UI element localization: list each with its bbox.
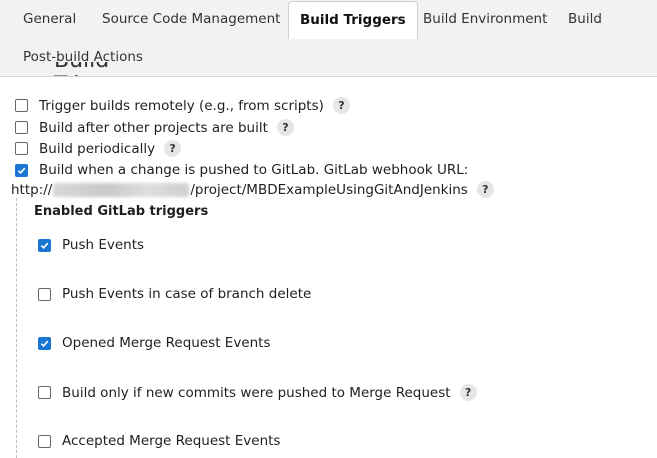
build-periodically-row[interactable]: Build periodically ? xyxy=(15,140,182,157)
webhook-url-suffix: /project/MBDExampleUsingGitAndJenkins xyxy=(190,181,468,198)
redacted-host xyxy=(53,182,190,197)
build-periodically-label: Build periodically xyxy=(39,140,156,157)
build-after-other-checkbox[interactable] xyxy=(15,121,28,134)
push-events-label: Push Events xyxy=(62,237,145,253)
push-events-branch-delete-row[interactable]: Push Events in case of branch delete xyxy=(38,286,311,302)
accepted-mr-events-row[interactable]: Accepted Merge Request Events xyxy=(38,433,280,449)
enabled-gitlab-triggers-title: Enabled GitLab triggers xyxy=(34,204,209,219)
opened-mr-events-row[interactable]: Opened Merge Request Events xyxy=(38,335,271,351)
gitlab-push-trigger-row[interactable]: Build when a change is pushed to GitLab.… xyxy=(15,162,468,178)
tab-source-code-management[interactable]: Source Code Management xyxy=(102,11,280,27)
help-icon[interactable]: ? xyxy=(459,384,477,401)
section-heading-clipped: Build Triggers xyxy=(54,62,114,76)
opened-mr-events-label: Opened Merge Request Events xyxy=(62,335,271,351)
tab-build-environment[interactable]: Build Environment xyxy=(423,11,547,27)
gitlab-push-trigger-label: Build when a change is pushed to GitLab.… xyxy=(39,162,469,178)
trigger-remote-label: Trigger builds remotely (e.g., from scri… xyxy=(39,97,324,114)
help-icon[interactable]: ? xyxy=(276,119,294,136)
push-events-checkbox[interactable] xyxy=(38,238,51,252)
opened-mr-events-checkbox[interactable] xyxy=(38,336,51,350)
build-periodically-checkbox[interactable] xyxy=(15,142,28,155)
tab-build[interactable]: Build xyxy=(568,11,602,27)
trigger-remote-checkbox[interactable] xyxy=(15,99,28,112)
webhook-url: http:// /project/MBDExampleUsingGitAndJe… xyxy=(11,181,494,198)
build-new-commits-mr-label: Build only if new commits were pushed to… xyxy=(62,384,451,401)
accepted-mr-events-label: Accepted Merge Request Events xyxy=(62,433,281,449)
tab-build-triggers[interactable]: Build Triggers xyxy=(288,1,418,39)
help-icon[interactable]: ? xyxy=(476,181,494,198)
build-new-commits-mr-row[interactable]: Build only if new commits were pushed to… xyxy=(38,384,477,401)
push-events-branch-delete-checkbox[interactable] xyxy=(38,287,51,301)
accepted-mr-events-checkbox[interactable] xyxy=(38,434,51,448)
push-events-branch-delete-label: Push Events in case of branch delete xyxy=(62,286,312,302)
build-new-commits-mr-checkbox[interactable] xyxy=(38,386,51,399)
help-icon[interactable]: ? xyxy=(332,97,350,114)
build-after-other-row[interactable]: Build after other projects are built ? xyxy=(15,119,294,136)
push-events-row[interactable]: Push Events xyxy=(38,237,144,253)
nested-section-divider xyxy=(16,198,17,458)
help-icon[interactable]: ? xyxy=(164,140,182,157)
gitlab-push-trigger-checkbox[interactable] xyxy=(15,163,28,177)
build-after-other-label: Build after other projects are built xyxy=(39,119,268,136)
webhook-url-prefix: http:// xyxy=(11,181,53,198)
trigger-remote-row[interactable]: Trigger builds remotely (e.g., from scri… xyxy=(15,97,350,114)
tab-general[interactable]: General xyxy=(23,11,76,27)
